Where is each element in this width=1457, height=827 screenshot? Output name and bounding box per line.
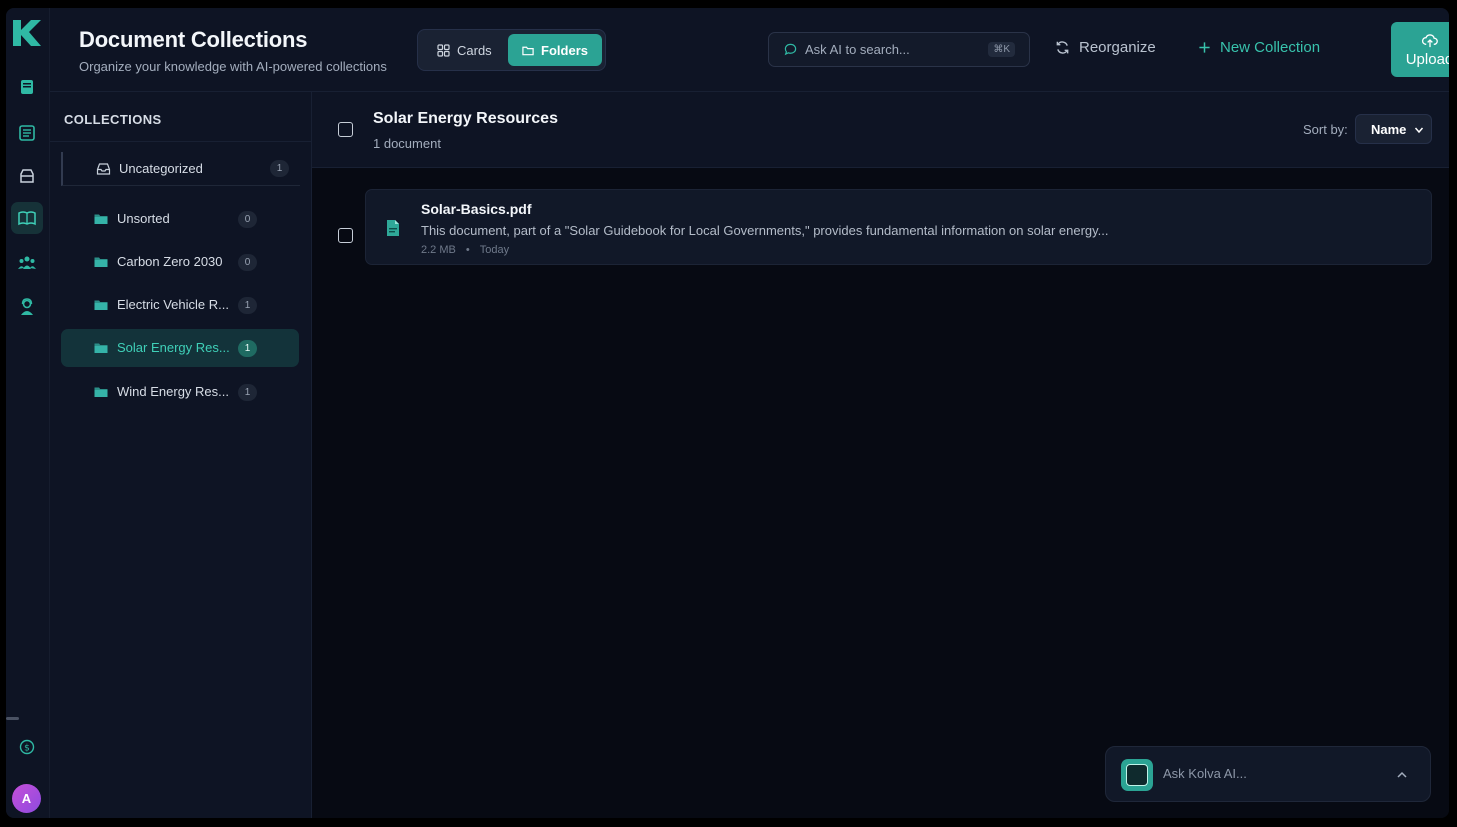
view-folders-label: Folders (541, 42, 588, 58)
plus-icon (1199, 42, 1210, 53)
sidebar-item-wind-energy[interactable]: Wind Energy Res... 1 (61, 373, 299, 411)
rail-support-agent-icon[interactable] (11, 291, 43, 323)
document-date: Today (479, 244, 510, 256)
rail-storage-icon[interactable] (11, 160, 43, 192)
view-cards-label: Cards (457, 42, 492, 58)
sidebar-item-label: Wind Energy Res... (117, 384, 229, 399)
reorganize-button[interactable]: Reorganize (1055, 39, 1156, 56)
sort-label: Sort by: (1303, 122, 1348, 137)
upload-label: Upload (1405, 50, 1449, 68)
collections-sidebar: COLLECTIONS Uncategorized 1 Unsorted 0 C… (50, 92, 312, 818)
view-toggle: Cards Folders (417, 29, 606, 71)
sidebar-item-unsorted[interactable]: Unsorted 0 (61, 200, 299, 238)
svg-text:$: $ (24, 744, 30, 754)
new-collection-label: New Collection (1220, 39, 1321, 56)
reorganize-label: Reorganize (1079, 39, 1156, 56)
document-row[interactable]: Solar-Basics.pdf This document, part of … (365, 189, 1432, 265)
document-name[interactable]: Solar-Basics.pdf (421, 201, 531, 217)
rail-divider (6, 717, 19, 720)
page-subtitle: Organize your knowledge with AI-powered … (79, 59, 387, 74)
collection-content: Solar Energy Resources 1 document Sort b… (312, 92, 1449, 818)
document-description: This document, part of a "Solar Guideboo… (421, 223, 1109, 238)
sidebar-item-carbon-zero-2030[interactable]: Carbon Zero 2030 0 (61, 243, 299, 281)
folder-icon (522, 46, 534, 55)
cloud-upload-icon (1421, 33, 1438, 47)
page-title: Document Collections (79, 27, 308, 52)
sidebar-item-solar-energy[interactable]: Solar Energy Res... 1 (61, 329, 299, 367)
folder-icon (94, 214, 108, 224)
rail-team-icon[interactable] (11, 247, 43, 279)
top-header: Document Collections Organize your knowl… (50, 8, 1449, 92)
sort-value: Name (1371, 121, 1407, 137)
upload-button[interactable]: Upload (1391, 22, 1449, 77)
chevron-up-icon[interactable] (1396, 769, 1408, 781)
document-size: 2.2 MB (421, 244, 456, 256)
folder-icon (94, 257, 108, 267)
count-badge: 0 (238, 254, 257, 271)
document-count: 1 document (373, 136, 441, 151)
count-badge: 0 (238, 211, 257, 228)
folder-icon (94, 300, 108, 310)
collections-heading: COLLECTIONS (64, 112, 162, 127)
rail-collections-icon[interactable] (11, 202, 43, 234)
sidebar-divider (50, 141, 311, 142)
meta-separator: • (465, 244, 470, 256)
chat-bubble-icon (784, 43, 797, 56)
kolva-ai-logo-icon (1121, 759, 1153, 791)
sidebar-item-label: Electric Vehicle R... (117, 297, 229, 312)
ai-search-box[interactable]: ⌘K (768, 32, 1030, 67)
new-collection-button[interactable]: New Collection (1198, 39, 1320, 56)
folder-icon (94, 387, 108, 397)
app-logo[interactable] (11, 18, 43, 48)
left-rail: $ A (6, 8, 50, 818)
app-window: $ A Document Collections Organize your k… (6, 8, 1449, 818)
count-badge: 1 (238, 297, 257, 314)
collection-header: Solar Energy Resources 1 document Sort b… (312, 92, 1449, 168)
count-badge: 1 (238, 340, 257, 357)
folder-icon (94, 343, 108, 353)
count-badge: 1 (270, 160, 289, 177)
search-shortcut-badge: ⌘K (988, 42, 1015, 57)
sidebar-item-uncategorized[interactable]: Uncategorized 1 (61, 152, 300, 186)
view-cards-button[interactable]: Cards (423, 34, 506, 66)
ask-ai-panel[interactable] (1105, 746, 1431, 802)
ai-search-input[interactable] (805, 42, 975, 57)
count-badge: 1 (238, 384, 257, 401)
rail-documents-icon[interactable] (11, 71, 43, 103)
sidebar-item-label: Unsorted (117, 211, 170, 226)
collection-title: Solar Energy Resources (373, 110, 558, 127)
sidebar-item-label: Uncategorized (119, 161, 203, 176)
refresh-icon (1056, 41, 1069, 54)
chevron-down-icon (1414, 127, 1424, 134)
user-avatar[interactable]: A (12, 784, 41, 813)
rail-notes-icon[interactable] (11, 117, 43, 149)
select-all-checkbox[interactable] (338, 122, 353, 137)
document-checkbox[interactable] (338, 228, 353, 243)
view-folders-button[interactable]: Folders (508, 34, 602, 66)
ask-ai-input[interactable] (1163, 766, 1363, 781)
pdf-file-icon (387, 220, 399, 236)
sidebar-item-label: Solar Energy Res... (117, 340, 230, 355)
sidebar-item-label: Carbon Zero 2030 (117, 254, 223, 269)
sidebar-item-electric-vehicle[interactable]: Electric Vehicle R... 1 (61, 286, 299, 324)
document-meta: 2.2 MB • Today (421, 244, 509, 256)
grid-icon (437, 43, 450, 57)
sort-select[interactable]: Name (1355, 114, 1432, 144)
rail-billing-icon[interactable]: $ (11, 731, 43, 763)
inbox-icon (96, 163, 111, 175)
